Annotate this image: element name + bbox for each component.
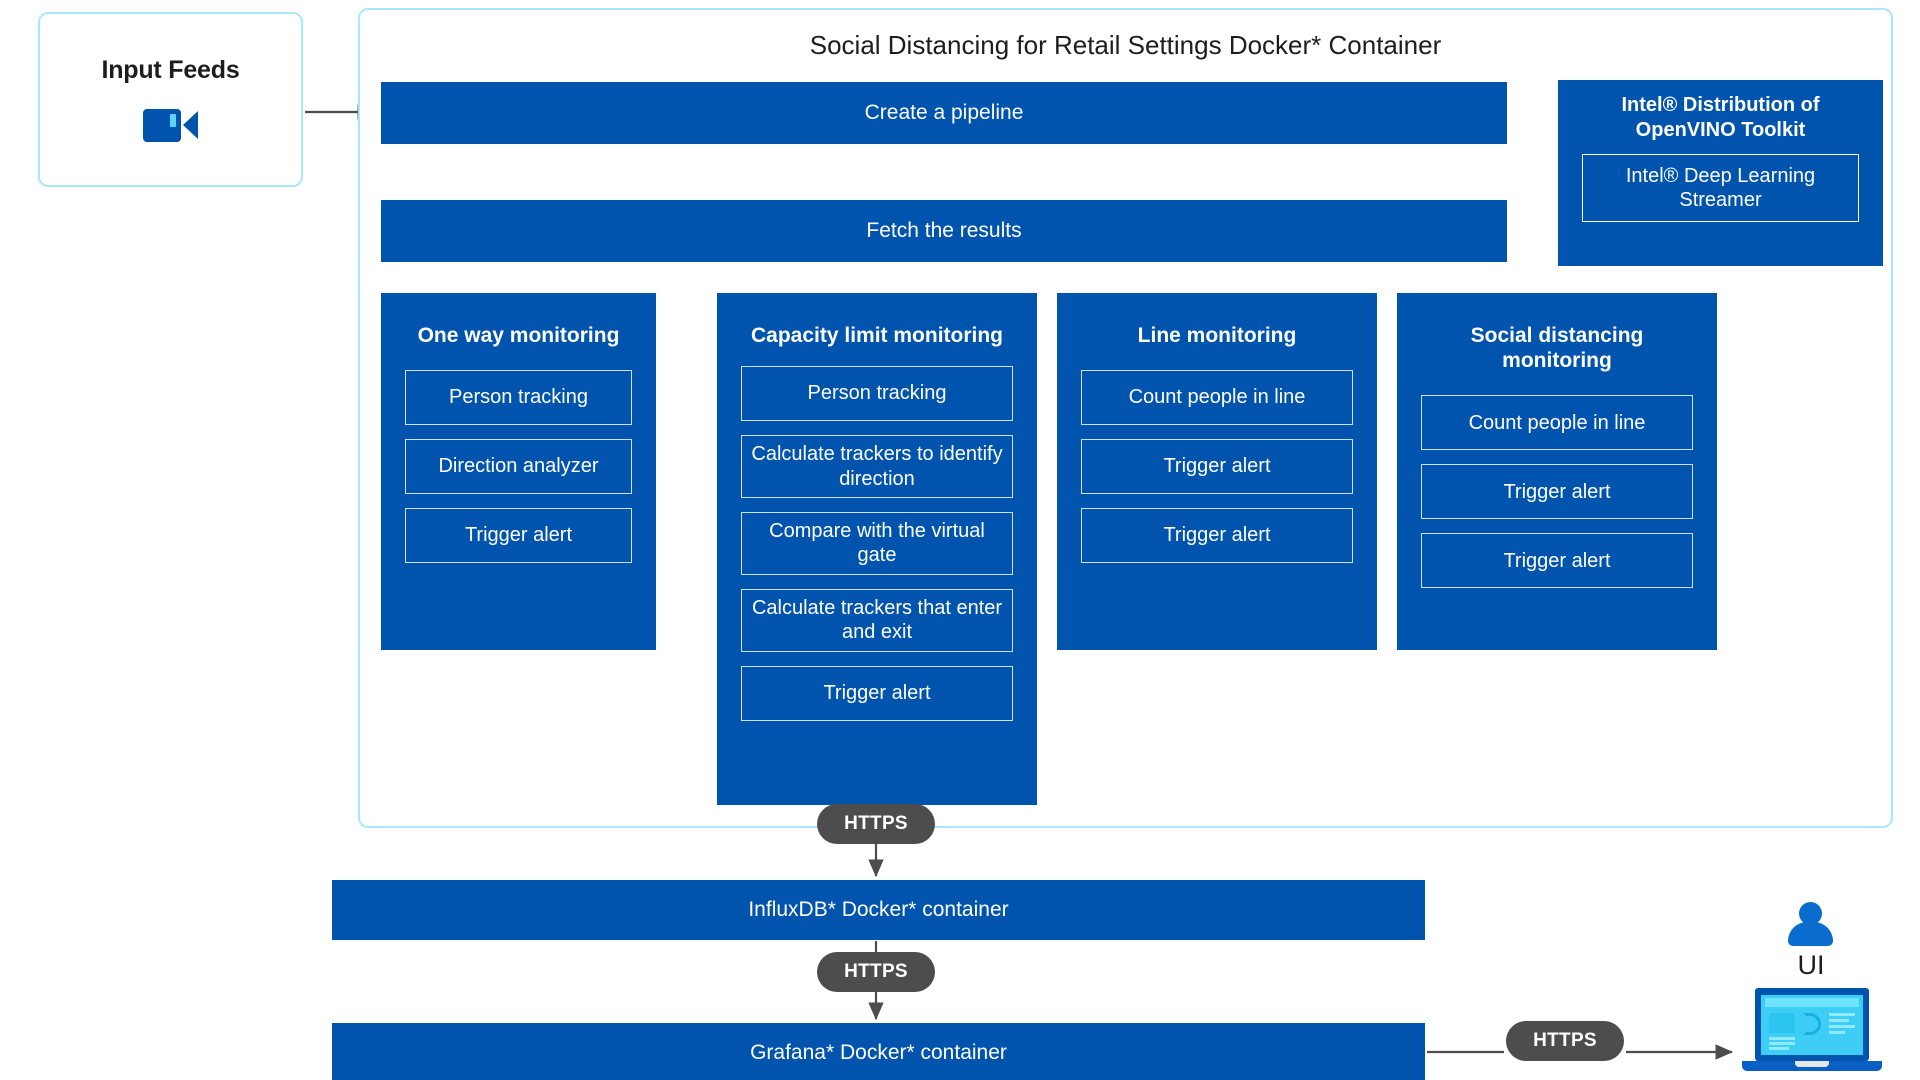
camera-lens-shape [182, 111, 198, 139]
column-title: One way monitoring [417, 324, 620, 347]
input-feeds-panel: Input Feeds [38, 12, 303, 187]
column-line-monitoring: Line monitoring Count people in line Tri… [1057, 293, 1377, 650]
laptop-notch-shape [1795, 1061, 1829, 1067]
https-badge-grafana-to-ui: HTTPS [1506, 1021, 1624, 1061]
screen-chart-shape [1803, 1013, 1821, 1035]
step-box[interactable]: Person tracking [405, 370, 632, 426]
openvino-toolkit-box: Intel® Distribution of OpenVINO Toolkit … [1558, 80, 1883, 266]
laptop-dashboard-icon [1742, 988, 1882, 1073]
fetch-results-bar[interactable]: Fetch the results [381, 200, 1507, 262]
step-box[interactable]: Direction analyzer [405, 439, 632, 495]
step-box[interactable]: Trigger alert [1421, 464, 1693, 520]
step-box[interactable]: Calculate trackers that enter and exit [741, 588, 1013, 652]
influxdb-container-bar[interactable]: InfluxDB* Docker* container [332, 880, 1425, 940]
deep-learning-streamer-box: Intel® Deep Learning Streamer [1582, 154, 1859, 222]
screen-card-shape [1769, 1013, 1795, 1033]
screen-text-line [1769, 1047, 1789, 1050]
column-social-distancing-monitoring: Social distancing monitoring Count peopl… [1397, 293, 1717, 650]
diagram-canvas: Input Feeds Social Distancing for Retail… [0, 0, 1920, 1080]
screen-text-line [1769, 1037, 1795, 1040]
screen-text-line [1769, 1042, 1795, 1045]
step-box[interactable]: Trigger alert [1081, 508, 1353, 564]
column-title: Line monitoring [1137, 324, 1297, 347]
grafana-container-bar[interactable]: Grafana* Docker* container [332, 1023, 1425, 1080]
openvino-toolkit-title: Intel® Distribution of OpenVINO Toolkit [1621, 94, 1820, 141]
laptop-screen-shape [1761, 995, 1863, 1055]
column-title: Capacity limit monitoring [750, 324, 1004, 347]
screen-text-line [1829, 1025, 1855, 1028]
column-title: Social distancing monitoring [1470, 324, 1644, 373]
step-box[interactable]: Person tracking [741, 366, 1013, 422]
ui-label: UI [1797, 950, 1825, 980]
camera-stripe-shape [169, 114, 176, 127]
step-box[interactable]: Compare with the virtual gate [741, 511, 1013, 575]
column-one-way-monitoring: One way monitoring Person tracking Direc… [381, 293, 656, 650]
video-camera-icon [142, 107, 199, 143]
step-box[interactable]: Trigger alert [405, 508, 632, 564]
step-box[interactable]: Trigger alert [1421, 533, 1693, 589]
step-box[interactable]: Count people in line [1081, 370, 1353, 426]
https-badge-influxdb-to-grafana: HTTPS [817, 952, 935, 992]
step-box[interactable]: Calculate trackers to identify direction [741, 435, 1013, 498]
main-container-title: Social Distancing for Retail Settings Do… [809, 30, 1442, 60]
screen-text-line [1829, 1019, 1849, 1022]
screen-topbar-shape [1765, 998, 1859, 1007]
screen-text-line [1829, 1031, 1845, 1034]
column-capacity-limit-monitoring: Capacity limit monitoring Person trackin… [717, 293, 1037, 805]
screen-text-line [1829, 1013, 1855, 1016]
step-box[interactable]: Trigger alert [741, 665, 1013, 721]
input-feeds-title: Input Feeds [101, 56, 240, 84]
ui-endpoint-group: UI [1736, 902, 1886, 1072]
step-box[interactable]: Count people in line [1421, 395, 1693, 451]
create-pipeline-bar[interactable]: Create a pipeline [381, 82, 1507, 144]
https-badge-pipeline-to-influxdb: HTTPS [817, 804, 935, 844]
user-icon-body [1788, 922, 1833, 946]
laptop-frame-shape [1755, 988, 1869, 1061]
step-box[interactable]: Trigger alert [1081, 439, 1353, 495]
